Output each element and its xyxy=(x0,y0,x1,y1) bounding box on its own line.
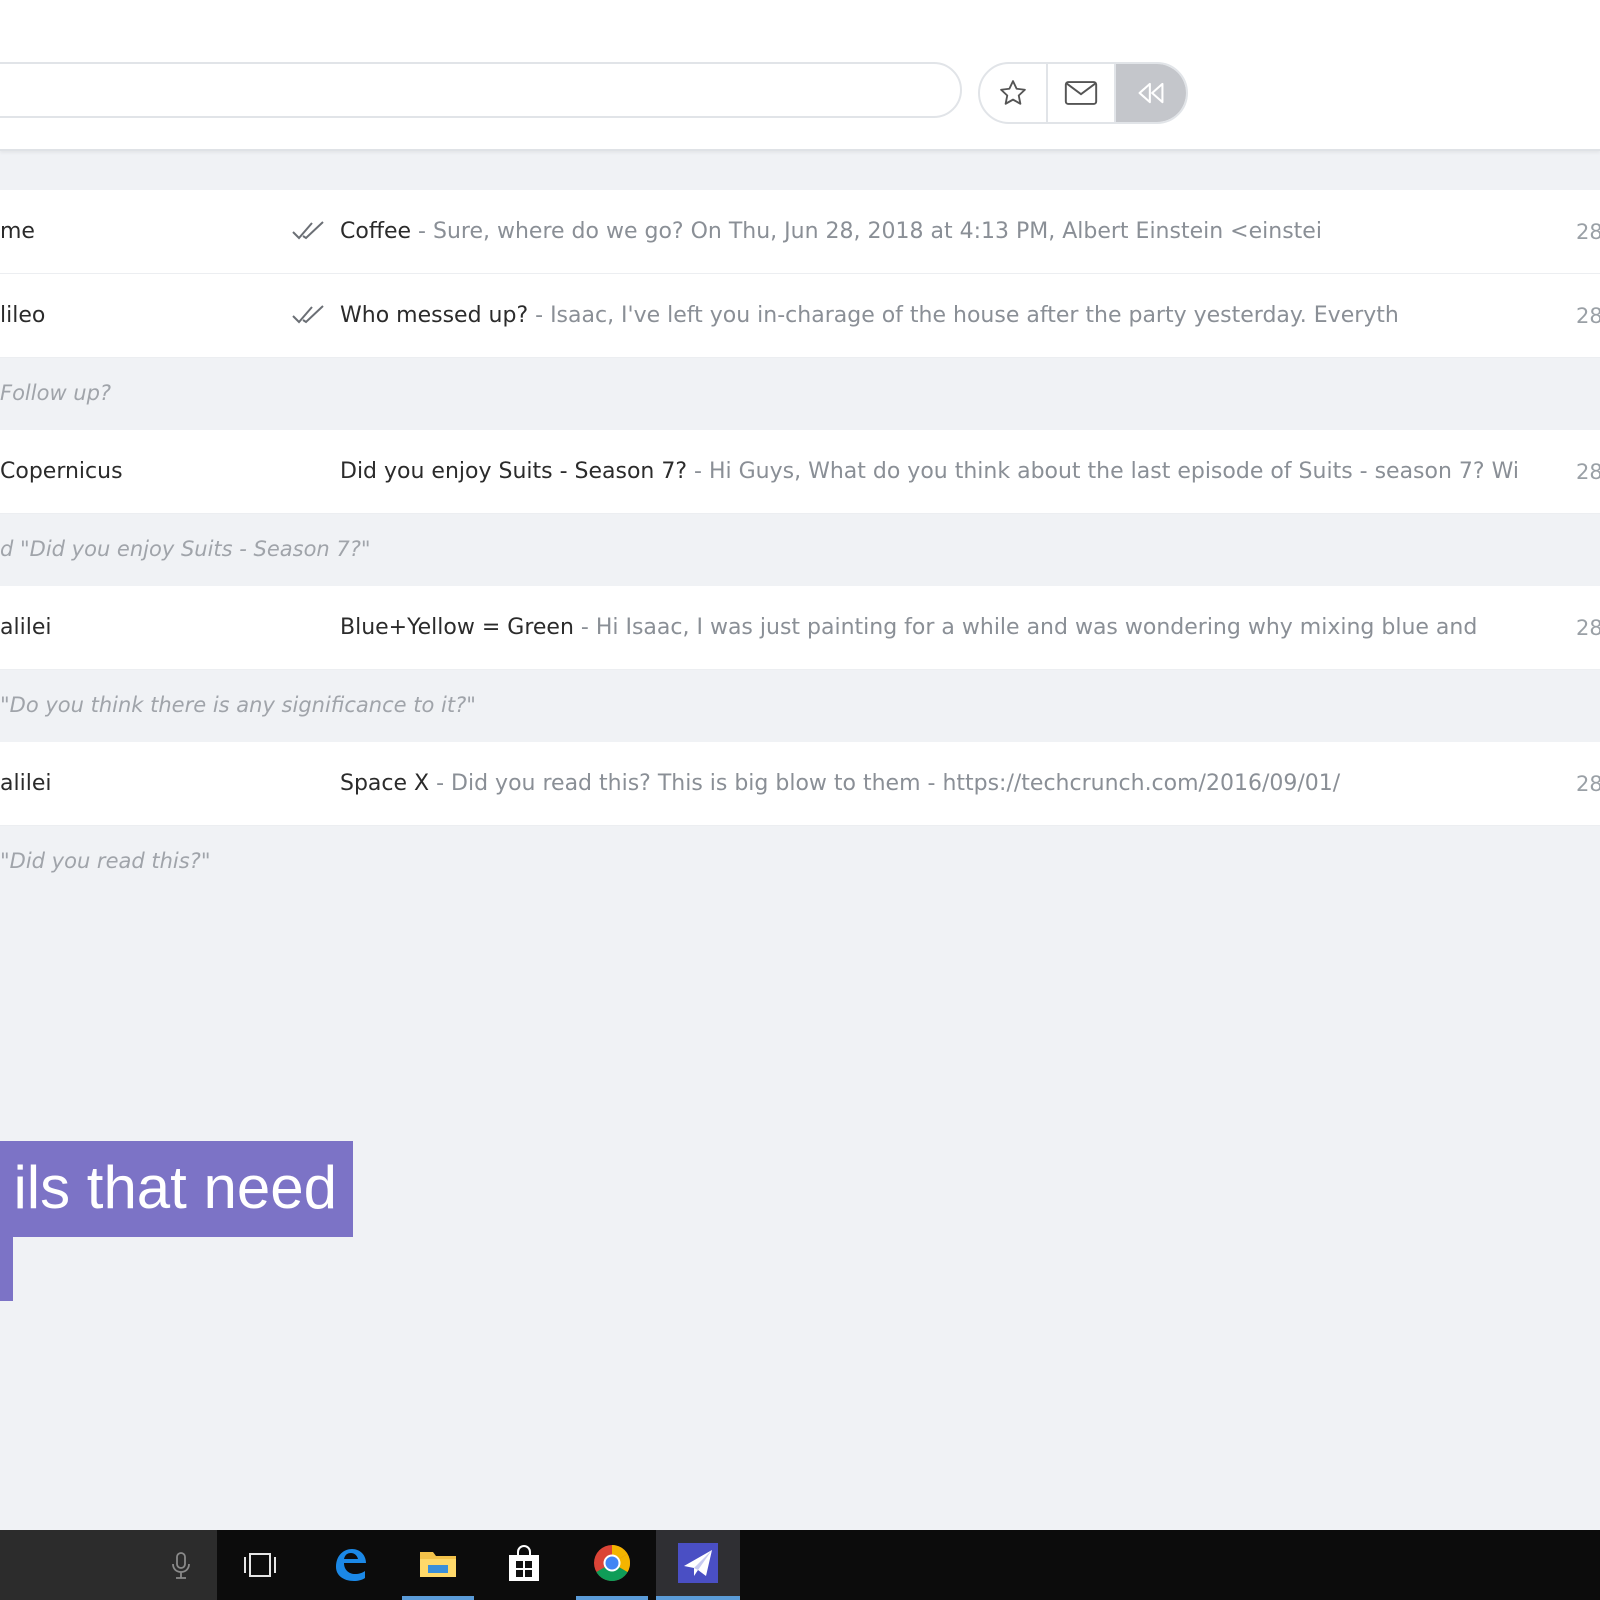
mail-row[interactable]: alilei Space X - Did you read this? This… xyxy=(0,742,1600,826)
mail-list: me Coffee - Sure, where do we go? On Thu… xyxy=(0,190,1600,898)
star-button[interactable] xyxy=(980,64,1048,122)
file-explorer-button[interactable] xyxy=(402,1530,474,1600)
chrome-button[interactable] xyxy=(576,1530,648,1600)
reply-all-icon xyxy=(1138,82,1164,104)
taskbar-search-box[interactable] xyxy=(0,1530,217,1600)
mail-content: Who messed up? - Isaac, I've left you in… xyxy=(340,274,1520,358)
mail-separator: - xyxy=(528,303,551,328)
follow-up-note: d "Did you enjoy Suits - Season 7?" xyxy=(0,537,371,561)
caption-banner: ils that need xyxy=(0,1141,353,1237)
store-button[interactable] xyxy=(488,1530,560,1600)
mail-content: Space X - Did you read this? This is big… xyxy=(340,742,1520,826)
mail-subject: Blue+Yellow = Green xyxy=(340,615,574,640)
mail-row[interactable]: alilei Blue+Yellow = Green - Hi Isaac, I… xyxy=(0,586,1600,670)
double-check-icon xyxy=(292,305,324,324)
double-check-icon xyxy=(292,221,324,240)
mail-date: 28 xyxy=(1576,304,1600,328)
mail-sender: alilei xyxy=(0,615,52,640)
task-view-icon xyxy=(244,1553,276,1577)
mail-subject: Space X xyxy=(340,771,430,796)
mail-content: Blue+Yellow = Green - Hi Isaac, I was ju… xyxy=(340,586,1520,670)
mail-sender: alilei xyxy=(0,771,52,796)
mail-separator: - xyxy=(411,219,433,244)
mail-sender: Copernicus xyxy=(0,459,123,484)
mail-separator: - xyxy=(573,615,596,640)
reply-all-button[interactable] xyxy=(1116,64,1186,122)
mail-subject: Who messed up? xyxy=(340,303,529,328)
top-toolbar xyxy=(0,0,1600,151)
mail-preview: Sure, where do we go? On Thu, Jun 28, 20… xyxy=(433,219,1322,244)
mail-subject: Coffee xyxy=(340,219,412,244)
mail-icon xyxy=(1064,81,1098,105)
mail-date: 28 xyxy=(1576,220,1600,244)
taskbar xyxy=(0,1530,1600,1600)
mail-date: 28 xyxy=(1576,616,1600,640)
mail-date: 28 xyxy=(1576,460,1600,484)
mail-row[interactable]: Copernicus Did you enjoy Suits - Season … xyxy=(0,430,1600,514)
mail-row[interactable]: me Coffee - Sure, where do we go? On Thu… xyxy=(0,190,1600,274)
star-icon xyxy=(1000,80,1026,105)
mail-sender: lileo xyxy=(0,303,46,328)
microphone-icon[interactable] xyxy=(170,1551,192,1581)
mail-preview: Hi Guys, What do you think about the las… xyxy=(708,459,1520,484)
mail-app-button[interactable] xyxy=(656,1530,740,1600)
mail-app-icon xyxy=(678,1543,718,1583)
follow-up-note: "Did you read this?" xyxy=(0,849,211,873)
search-input[interactable] xyxy=(0,62,962,118)
mail-content: Coffee - Sure, where do we go? On Thu, J… xyxy=(340,190,1520,274)
file-explorer-icon xyxy=(420,1552,456,1577)
mail-separator: - xyxy=(429,771,452,796)
mail-subject: Did you enjoy Suits - Season 7? xyxy=(340,459,688,484)
task-view-button[interactable] xyxy=(224,1530,296,1600)
mail-row[interactable]: lileo Who messed up? - Isaac, I've left … xyxy=(0,274,1600,358)
caption-banner-tail xyxy=(0,1237,13,1301)
action-button-group xyxy=(978,62,1188,124)
follow-up-note: Follow up? xyxy=(0,381,112,405)
mail-separator: - xyxy=(687,459,709,484)
mail-content: Did you enjoy Suits - Season 7? - Hi Guy… xyxy=(340,430,1520,514)
mail-sender: me xyxy=(0,219,35,244)
mail-preview: Did you read this? This is big blow to t… xyxy=(451,771,1341,796)
chrome-icon xyxy=(594,1545,631,1581)
mail-button[interactable] xyxy=(1048,64,1116,122)
follow-up-note: "Do you think there is any significance … xyxy=(0,693,476,717)
edge-button[interactable] xyxy=(314,1530,386,1600)
edge-icon xyxy=(336,1549,366,1581)
mail-preview: Isaac, I've left you in-charage of the h… xyxy=(550,303,1399,328)
mail-date: 28 xyxy=(1576,772,1600,796)
store-icon xyxy=(509,1545,539,1581)
mail-preview: Hi Isaac, I was just painting for a whil… xyxy=(595,615,1478,640)
